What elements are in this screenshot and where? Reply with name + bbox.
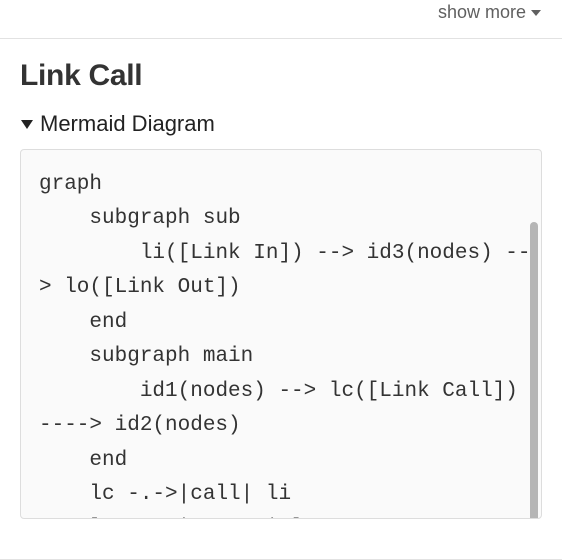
- scrollbar-thumb[interactable]: [530, 222, 538, 519]
- details-summary[interactable]: Mermaid Diagram: [20, 111, 542, 137]
- triangle-down-icon: [20, 117, 34, 131]
- section-container: Link Call Mermaid Diagram graph subgraph…: [0, 38, 562, 560]
- section-title: Link Call: [20, 59, 542, 93]
- code-block: graph subgraph sub li([Link In]) --> id3…: [20, 149, 542, 519]
- code-text: graph subgraph sub li([Link In]) --> id3…: [39, 168, 533, 519]
- details-summary-label: Mermaid Diagram: [40, 111, 215, 137]
- chevron-down-icon: [530, 8, 542, 18]
- show-more-label: show more: [438, 2, 526, 23]
- show-more-toggle[interactable]: show more: [438, 2, 542, 23]
